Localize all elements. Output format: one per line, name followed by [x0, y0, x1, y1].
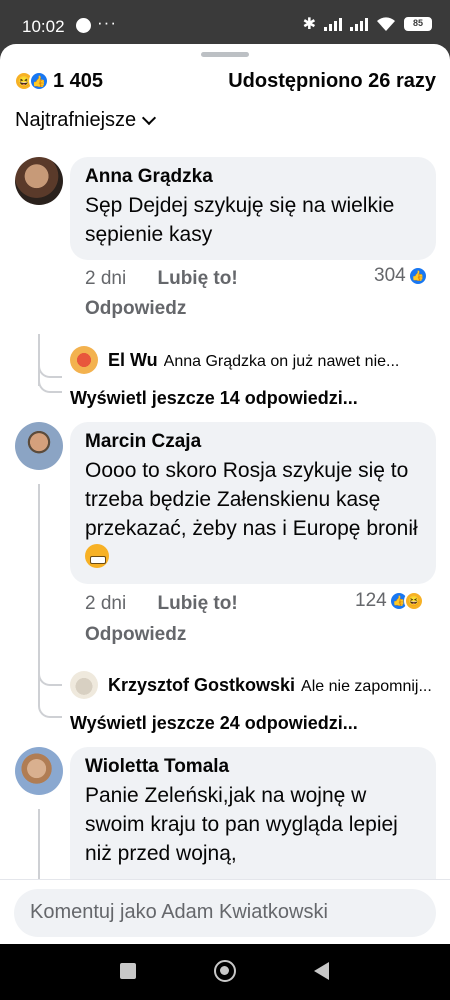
like-button[interactable]: Lubię to! [157, 268, 237, 289]
comment-composer-bar: Komentuj jako Adam Kwiatkowski [0, 879, 450, 944]
clock: 10:02 [22, 17, 65, 36]
comment-reactions[interactable]: 124 👍 😆 [355, 590, 424, 612]
comments-sheet: 😆 👍 1 405 Udostępniono 26 razy Najtrafni… [0, 44, 450, 944]
comment-author[interactable]: Anna Grądzka [85, 166, 422, 188]
home-icon[interactable] [214, 960, 236, 982]
post-summary: 😆 👍 1 405 Udostępniono 26 razy [14, 66, 436, 96]
comment-age[interactable]: 2 dni [85, 268, 126, 289]
comment-text: Oooo to skoro Rosja szykuje się to trzeb… [85, 456, 422, 572]
comment-author[interactable]: Wioletta Tomala [85, 756, 422, 778]
thread-branch [38, 670, 62, 686]
grimacing-face-icon [85, 544, 109, 568]
reply-preview[interactable]: Krzysztof Gostkowski Ale nie zapomnij... [108, 675, 438, 696]
reply-button[interactable]: Odpowiedz [85, 298, 186, 320]
comment-actions: 2 dni Lubię to! [85, 593, 238, 615]
drag-handle[interactable] [201, 52, 249, 57]
avatar[interactable] [70, 346, 98, 374]
system-icons: ✱ 85 [303, 14, 432, 34]
reply-button[interactable]: Odpowiedz [85, 624, 186, 646]
reply-author: El Wu [108, 350, 158, 370]
navigation-bar [0, 944, 450, 1000]
comment-reaction-count: 304 [374, 265, 406, 286]
reply-preview[interactable]: El Wu Anna Grądzka on już nawet nie... [108, 350, 438, 371]
sort-label: Najtrafniejsze [15, 109, 137, 131]
avatar[interactable] [70, 671, 98, 699]
view-more-replies[interactable]: Wyświetl jeszcze 14 odpowiedzi... [70, 388, 358, 409]
wifi-icon [377, 17, 395, 31]
comment-author[interactable]: Marcin Czaja [85, 431, 422, 453]
thread-line [38, 809, 40, 889]
thread-branch [38, 373, 62, 393]
like-icon: 👍 [29, 71, 49, 91]
avatar[interactable] [15, 747, 63, 795]
comment-text: Panie Zeleński,jak na wojnę w swoim kraj… [85, 784, 398, 865]
view-more-replies[interactable]: Wyświetl jeszcze 24 odpowiedzi... [70, 713, 358, 734]
reply-author: Krzysztof Gostkowski [108, 675, 296, 695]
share-count[interactable]: Udostępniono 26 razy [228, 70, 436, 93]
signal-icon-2 [350, 17, 368, 31]
reaction-count: 1 405 [53, 69, 104, 92]
signal-icon [324, 17, 342, 31]
more-notifications-icon: ··· [97, 13, 117, 32]
sort-dropdown[interactable]: Najtrafniejsze [15, 109, 157, 132]
recent-apps-icon[interactable] [120, 963, 136, 979]
messenger-icon [76, 18, 91, 33]
battery-icon: 85 [404, 17, 432, 31]
comment-input[interactable]: Komentuj jako Adam Kwiatkowski [14, 889, 436, 937]
reactions-summary[interactable]: 😆 👍 1 405 [14, 70, 103, 93]
avatar[interactable] [15, 157, 63, 205]
comment-actions: 2 dni Lubię to! [85, 268, 238, 290]
comment-bubble[interactable]: Marcin Czaja Oooo to skoro Rosja szykuje… [70, 422, 436, 584]
reply-text: Ale nie zapomnij... [301, 678, 432, 695]
comment-reactions[interactable]: 304 👍 [374, 265, 428, 287]
avatar[interactable] [15, 422, 63, 470]
haha-icon: 😆 [403, 591, 424, 611]
status-bar: 10:02 ··· ✱ 85 [0, 0, 450, 46]
thread-branch [38, 698, 62, 718]
comment-bubble[interactable]: Anna Grądzka Sęp Dejdej szykuję się na w… [70, 157, 436, 260]
reply-text: Anna Grądzka on już nawet nie... [163, 353, 400, 370]
chevron-down-icon [142, 110, 157, 126]
like-button[interactable]: Lubię to! [157, 593, 237, 614]
bluetooth-icon: ✱ [302, 16, 316, 33]
back-icon[interactable] [314, 962, 329, 980]
like-icon: 👍 [407, 266, 428, 286]
comment-text: Sęp Dejdej szykuję się na wielkie sępien… [85, 194, 395, 246]
comment-reaction-count: 124 [355, 590, 387, 611]
comment-age[interactable]: 2 dni [85, 593, 126, 614]
